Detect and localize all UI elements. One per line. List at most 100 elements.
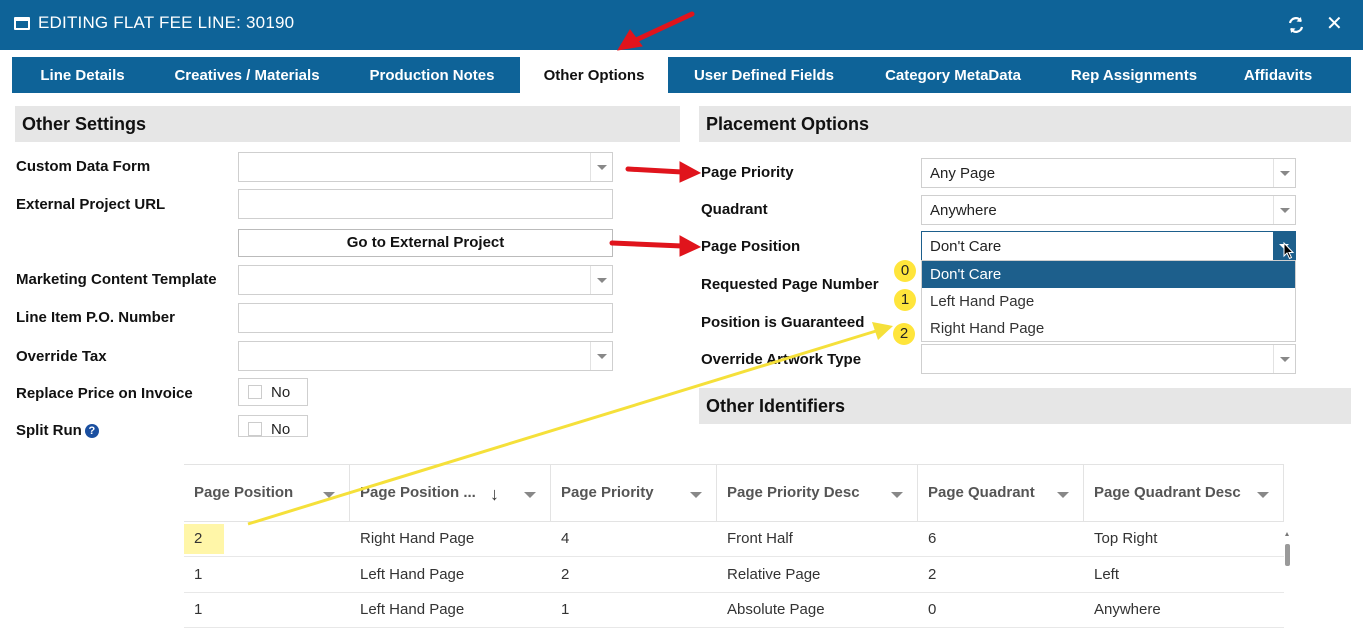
po-number-label: Line Item P.O. Number — [16, 309, 175, 326]
split-run-checkbox[interactable]: No — [238, 415, 308, 437]
quadrant-value: Anywhere — [930, 202, 997, 219]
checkbox-box[interactable] — [248, 385, 262, 399]
grid-header: Page Position Page Position ... ↓ Page Pr… — [184, 464, 1284, 522]
refresh-icon[interactable] — [1286, 15, 1306, 35]
page-position-dropdown: Don't Care Left Hand Page Right Hand Pag… — [921, 260, 1296, 342]
chevron-down-icon[interactable] — [1273, 159, 1295, 187]
page-position-label: Page Position — [701, 238, 801, 255]
red-arrow-head-icon — [679, 235, 702, 257]
other-identifiers-header: Other Identifiers — [699, 388, 1351, 424]
table-cell: Absolute Page — [727, 601, 825, 618]
custom-data-form-select[interactable] — [238, 152, 613, 182]
column-header-page-priority[interactable]: Page Priority — [551, 465, 717, 522]
table-cell: Top Right — [1094, 530, 1158, 547]
chevron-down-icon[interactable] — [590, 153, 612, 181]
close-icon[interactable]: ✕ — [1326, 12, 1343, 36]
column-menu-icon[interactable] — [1057, 492, 1069, 498]
checkbox-label: No — [271, 384, 291, 401]
requested-page-label: Requested Page Number — [701, 276, 879, 293]
column-header-page-quadrant[interactable]: Page Quadrant — [918, 465, 1084, 522]
tab-creatives-materials[interactable]: Creatives / Materials — [158, 57, 336, 93]
tab-user-defined-fields[interactable]: User Defined Fields — [678, 57, 850, 93]
marketing-template-label: Marketing Content Template — [16, 271, 217, 288]
chevron-down-icon[interactable] — [1273, 196, 1295, 224]
table-cell: 2 — [561, 566, 570, 583]
cell-highlight — [184, 524, 224, 554]
column-header-text: Page Quadrant — [928, 484, 1035, 501]
table-cell: Left Hand Page — [360, 566, 465, 583]
yellow-arrow-head-icon — [872, 322, 893, 340]
replace-price-checkbox[interactable]: No — [238, 378, 308, 406]
title-bar: EDITING FLAT FEE LINE: 30190 ✕ — [0, 0, 1363, 50]
tab-rep-assignments[interactable]: Rep Assignments — [1055, 57, 1213, 93]
column-header-page-priority-desc[interactable]: Page Priority Desc — [717, 465, 918, 522]
custom-data-form-label: Custom Data Form — [16, 158, 151, 175]
red-arrow-icon — [625, 166, 685, 175]
table-row[interactable]: 1 Left Hand Page 1 Absolute Page 0 Anywh… — [184, 593, 1284, 628]
other-settings-header: Other Settings — [15, 106, 680, 142]
column-menu-icon[interactable] — [690, 492, 702, 498]
table-cell: 0 — [928, 601, 937, 618]
column-menu-icon[interactable] — [524, 492, 536, 498]
tab-strip: Line Details Creatives / Materials Produ… — [12, 57, 1351, 93]
external-project-url-label: External Project URL — [16, 196, 166, 213]
tab-affidavits[interactable]: Affidavits — [1226, 57, 1330, 93]
window-icon — [14, 17, 30, 30]
override-tax-select[interactable] — [238, 341, 613, 371]
column-header-text: Page Priority Desc — [727, 484, 860, 501]
override-artwork-label: Override Artwork Type — [701, 351, 862, 368]
external-project-url-input[interactable] — [238, 189, 613, 219]
table-cell: 2 — [194, 530, 203, 547]
red-arrow-head-icon — [679, 161, 702, 183]
page-position-value: Don't Care — [930, 238, 1002, 255]
table-cell: Anywhere — [1094, 601, 1161, 618]
column-header-page-quadrant-desc[interactable]: Page Quadrant Desc — [1084, 465, 1284, 522]
tab-other-options[interactable]: Other Options — [520, 57, 668, 93]
table-cell: 1 — [194, 601, 203, 618]
cursor-icon — [1283, 242, 1295, 260]
column-header-text: Page Position — [194, 484, 294, 501]
page-position-grid: Page Position Page Position ... ↓ Page Pr… — [184, 464, 1291, 640]
tab-category-metadata[interactable]: Category MetaData — [864, 57, 1042, 93]
page-position-select[interactable]: Don't Care — [921, 231, 1296, 261]
arrow-down-icon: ↓ — [490, 484, 499, 504]
help-icon[interactable]: ? — [84, 424, 99, 438]
tab-production-notes[interactable]: Production Notes — [352, 57, 512, 93]
table-cell: Right Hand Page — [360, 530, 475, 547]
marketing-template-select[interactable] — [238, 265, 613, 295]
po-number-input[interactable] — [238, 303, 613, 333]
chevron-down-icon[interactable] — [590, 266, 612, 294]
dropdown-option-left-hand-page[interactable]: Left Hand Page — [922, 288, 1295, 315]
table-cell: 2 — [928, 566, 937, 583]
split-run-text: Split Run — [16, 422, 82, 439]
table-row[interactable]: 1 Left Hand Page 2 Relative Page 2 Left — [184, 558, 1284, 593]
window-title: EDITING FLAT FEE LINE: 30190 — [38, 13, 295, 32]
table-cell: Front Half — [727, 530, 793, 547]
quadrant-select[interactable]: Anywhere — [921, 195, 1296, 225]
chevron-down-icon[interactable] — [1273, 345, 1295, 373]
red-arrow-icon — [609, 240, 685, 249]
go-to-external-project-button[interactable]: Go to External Project — [238, 229, 613, 257]
table-cell: 4 — [561, 530, 570, 547]
column-menu-icon[interactable] — [1257, 492, 1269, 498]
column-menu-icon[interactable] — [891, 492, 903, 498]
table-cell: 1 — [561, 601, 570, 618]
column-header-page-position[interactable]: Page Position — [184, 465, 350, 522]
override-artwork-select[interactable] — [921, 344, 1296, 374]
table-row[interactable]: 2 Right Hand Page 4 Front Half 6 Top Rig… — [184, 522, 1284, 557]
column-menu-icon[interactable] — [323, 492, 335, 498]
checkbox-box[interactable] — [248, 422, 262, 436]
column-header-page-position-desc[interactable]: Page Position ... ↓ — [350, 465, 551, 522]
dropdown-option-dont-care[interactable]: Don't Care — [922, 261, 1295, 288]
table-cell: Relative Page — [727, 566, 821, 583]
chevron-down-icon[interactable] — [590, 342, 612, 370]
table-cell: Left — [1094, 566, 1120, 583]
page-priority-label: Page Priority — [701, 164, 794, 181]
tab-line-details[interactable]: Line Details — [24, 57, 141, 93]
badge-1: 1 — [894, 289, 916, 311]
grid-scrollbar[interactable] — [1283, 528, 1291, 640]
table-cell: 1 — [194, 566, 203, 583]
dropdown-option-right-hand-page[interactable]: Right Hand Page — [922, 315, 1295, 342]
column-header-text: Page Quadrant Desc — [1094, 484, 1241, 501]
page-priority-select[interactable]: Any Page — [921, 158, 1296, 188]
